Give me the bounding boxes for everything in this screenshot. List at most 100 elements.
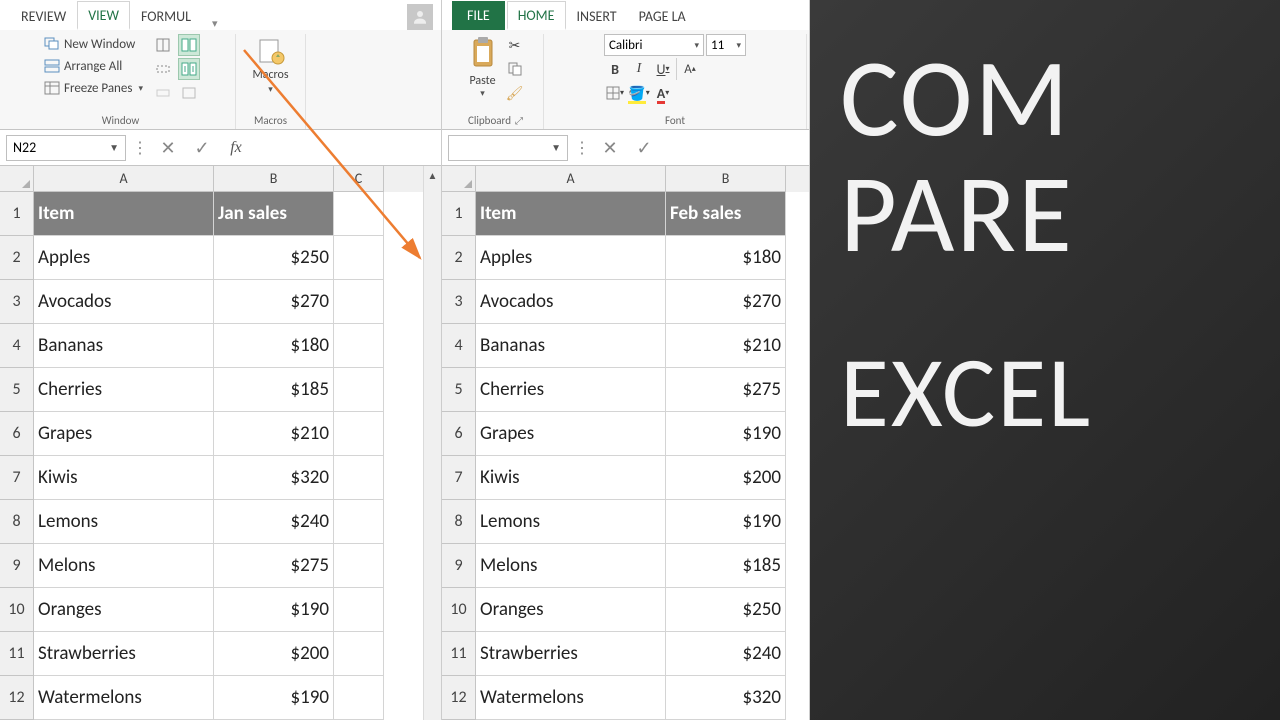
tab-review[interactable]: REVIEW [10, 2, 77, 30]
cell[interactable]: $185 [214, 368, 334, 412]
table-header-cell[interactable]: Item [34, 192, 214, 236]
cell[interactable]: $210 [214, 412, 334, 456]
cell[interactable]: $275 [666, 368, 786, 412]
user-avatar[interactable] [407, 4, 433, 30]
tab-insert[interactable]: INSERT [566, 2, 628, 30]
row-header[interactable]: 2 [0, 236, 34, 280]
cell[interactable]: Bananas [476, 324, 666, 368]
cell[interactable]: Kiwis [34, 456, 214, 500]
freeze-panes-button[interactable]: Freeze Panes ▾ [41, 78, 146, 98]
select-all-corner-right[interactable] [442, 166, 476, 192]
cell[interactable]: $250 [666, 588, 786, 632]
column-header[interactable]: C [334, 166, 384, 192]
synchronous-scrolling-button[interactable] [178, 58, 200, 80]
column-header[interactable]: B [666, 166, 786, 192]
cell[interactable]: Bananas [34, 324, 214, 368]
cell[interactable]: $320 [666, 676, 786, 720]
cell[interactable]: Apples [476, 236, 666, 280]
cell[interactable]: Oranges [34, 588, 214, 632]
cell[interactable]: Strawberries [34, 632, 214, 676]
cell[interactable] [334, 324, 384, 368]
row-header[interactable]: 4 [0, 324, 34, 368]
italic-button[interactable]: I [628, 58, 650, 80]
font-size-select[interactable]: 11▾ [706, 34, 746, 56]
cell[interactable]: $190 [666, 500, 786, 544]
row-header[interactable]: 4 [442, 324, 476, 368]
copy-button[interactable] [504, 58, 526, 80]
cell[interactable]: Kiwis [476, 456, 666, 500]
table-header-cell[interactable]: Jan sales [214, 192, 334, 236]
row-header[interactable]: 9 [442, 544, 476, 588]
cell[interactable]: $240 [666, 632, 786, 676]
format-painter-button[interactable]: 🖌 [504, 82, 526, 104]
bold-button[interactable]: B [604, 58, 626, 80]
cell[interactable]: $210 [666, 324, 786, 368]
enter-formula-button-right[interactable]: ✓ [630, 135, 658, 161]
row-header[interactable]: 5 [0, 368, 34, 412]
cell[interactable]: $190 [214, 588, 334, 632]
name-box-left[interactable]: N22 ▼ [6, 135, 126, 161]
scroll-up-icon[interactable]: ▲ [424, 166, 441, 184]
cell[interactable] [334, 192, 384, 236]
cell[interactable]: Melons [34, 544, 214, 588]
view-side-by-side-button[interactable] [178, 34, 200, 56]
row-header[interactable]: 9 [0, 544, 34, 588]
font-color-button[interactable]: A▾ [652, 82, 674, 104]
hide-button[interactable] [152, 58, 174, 80]
row-header[interactable]: 3 [0, 280, 34, 324]
row-header[interactable]: 8 [0, 500, 34, 544]
cell[interactable] [334, 368, 384, 412]
row-header[interactable]: 3 [442, 280, 476, 324]
increase-font-button[interactable]: A▴ [679, 58, 701, 80]
cell[interactable]: $275 [214, 544, 334, 588]
cell[interactable] [334, 412, 384, 456]
grid-left[interactable]: ABC 123456789101112 ItemJan salesApples$… [0, 166, 441, 720]
cell[interactable]: Avocados [34, 280, 214, 324]
macros-button[interactable]: Macros ▾ [246, 34, 294, 97]
table-header-cell[interactable]: Feb sales [666, 192, 786, 236]
row-header[interactable]: 1 [442, 192, 476, 236]
cell[interactable]: $320 [214, 456, 334, 500]
cell[interactable]: Cherries [476, 368, 666, 412]
cell[interactable]: $240 [214, 500, 334, 544]
row-header[interactable]: 7 [0, 456, 34, 500]
cell[interactable]: Lemons [476, 500, 666, 544]
row-header[interactable]: 6 [442, 412, 476, 456]
row-header[interactable]: 6 [0, 412, 34, 456]
grid-right[interactable]: AB 123456789101112 ItemFeb salesApples$1… [442, 166, 809, 720]
font-name-select[interactable]: Calibri▾ [604, 34, 704, 56]
row-header[interactable]: 2 [442, 236, 476, 280]
tab-view[interactable]: VIEW [77, 1, 130, 30]
row-header[interactable]: 7 [442, 456, 476, 500]
clipboard-dialog-launcher-icon[interactable]: ⤢ [515, 114, 523, 127]
cell[interactable]: Melons [476, 544, 666, 588]
new-window-button[interactable]: New Window [41, 34, 146, 54]
enter-formula-button[interactable]: ✓ [188, 135, 216, 161]
row-header[interactable]: 8 [442, 500, 476, 544]
cell[interactable] [334, 280, 384, 324]
select-all-corner[interactable] [0, 166, 34, 192]
cell[interactable]: Grapes [476, 412, 666, 456]
fill-color-button[interactable]: 🪣▾ [628, 82, 650, 104]
row-header[interactable]: 11 [442, 632, 476, 676]
cell[interactable]: $270 [666, 280, 786, 324]
row-header[interactable]: 10 [0, 588, 34, 632]
column-header[interactable]: A [476, 166, 666, 192]
more-tabs-indicator[interactable]: ▾ [212, 17, 218, 30]
cell[interactable] [334, 588, 384, 632]
underline-button[interactable]: U▾ [652, 58, 674, 80]
column-header[interactable]: A [34, 166, 214, 192]
cell[interactable]: $200 [666, 456, 786, 500]
cell[interactable]: $270 [214, 280, 334, 324]
vertical-scrollbar[interactable]: ▲ [423, 166, 441, 720]
cell[interactable] [334, 500, 384, 544]
reset-window-position-button[interactable] [178, 82, 200, 104]
cell[interactable]: $190 [214, 676, 334, 720]
cell[interactable]: Strawberries [476, 632, 666, 676]
tab-page-layout[interactable]: PAGE LA [628, 2, 697, 30]
cell[interactable] [334, 544, 384, 588]
tab-formulas[interactable]: FORMUL [130, 2, 202, 30]
row-header[interactable]: 5 [442, 368, 476, 412]
cell[interactable]: $180 [214, 324, 334, 368]
cell[interactable]: Grapes [34, 412, 214, 456]
